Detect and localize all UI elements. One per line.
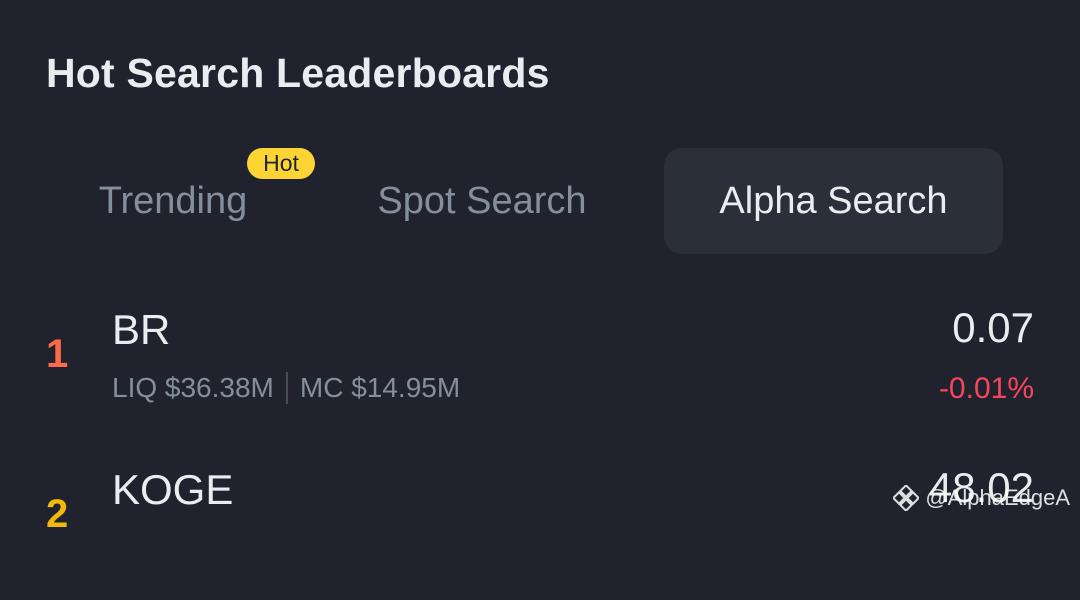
price-change: -0.01%: [938, 372, 1034, 405]
meta-divider: [285, 372, 288, 404]
binance-logo-icon: [893, 485, 920, 511]
rank-number: 2: [46, 492, 69, 536]
tab-spot-search[interactable]: Spot Search: [340, 148, 624, 254]
rank-number: 1: [46, 332, 69, 376]
watermark: @AlphaEdgeA: [893, 485, 1070, 511]
token-symbol: BR: [112, 306, 171, 353]
token-price: 0.07: [952, 304, 1034, 351]
page-title: Hot Search Leaderboards: [46, 50, 550, 96]
tab-label: Trending: [98, 179, 248, 222]
tab-alpha-search[interactable]: Alpha Search: [664, 148, 1003, 254]
hot-badge: Hot: [247, 148, 315, 179]
leaderboard-row[interactable]: 1 BR LIQ $36.38M MC $14.95M 0.07 -0.01%: [0, 300, 1080, 440]
market-cap-value: MC $14.95M: [299, 372, 461, 403]
tab-label: Spot Search: [377, 179, 587, 222]
liquidity-value: LIQ $36.38M: [112, 372, 274, 403]
token-symbol: KOGE: [112, 466, 234, 513]
tab-label: Alpha Search: [719, 179, 948, 222]
token-meta: LIQ $36.38M MC $14.95M: [112, 372, 460, 404]
watermark-text: @AlphaEdgeA: [925, 485, 1070, 510]
leaderboard-row[interactable]: 2 KOGE 48.02: [0, 460, 1080, 600]
